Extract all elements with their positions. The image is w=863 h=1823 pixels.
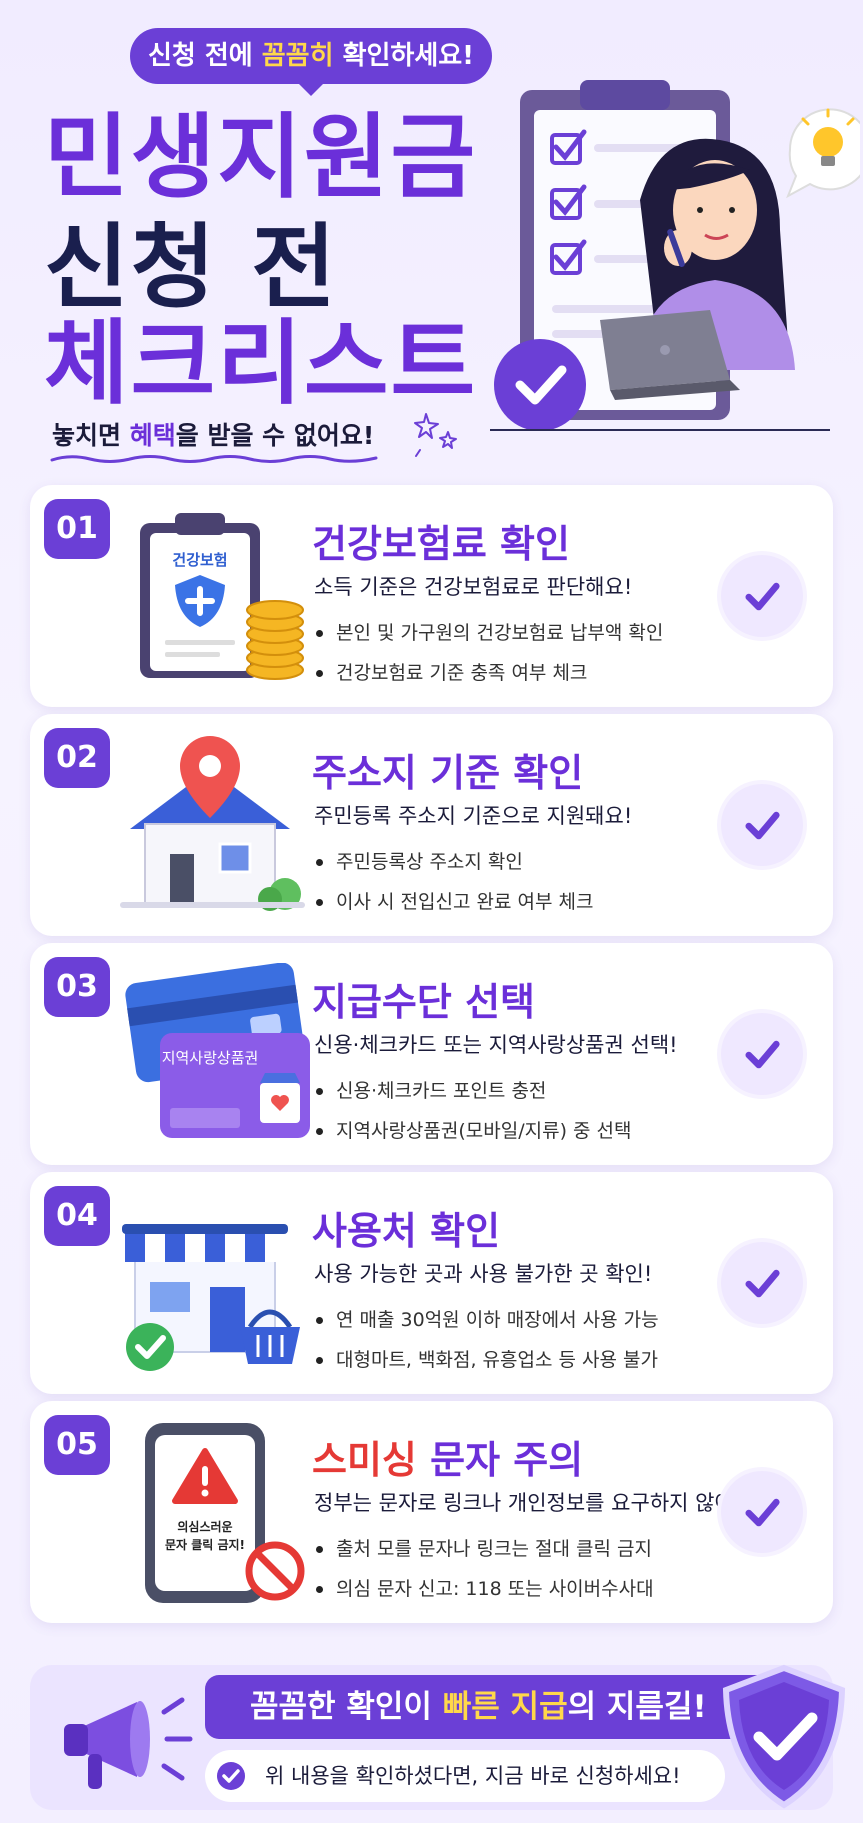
phone-warning-line-2: 문자 클릭 금지! — [165, 1537, 245, 1552]
card-number-badge: 04 — [44, 1186, 110, 1246]
check-icon[interactable] — [721, 784, 803, 866]
checklist-card-5: 05 의심스러운 문자 클릭 금지! 스미싱 문자 주의 정부는 문자로 링크나… — [30, 1401, 833, 1623]
subtitle-highlight: 혜택 — [129, 421, 176, 450]
card-title: 건강보험료 확인 — [312, 522, 570, 566]
checklist-card-4: 04 사용처 확인 사용 가능한 곳과 사용 불가한 곳 확인! 연 매출 30… — [30, 1172, 833, 1394]
card-title: 주소지 기준 확인 — [312, 751, 584, 795]
bullet-item: 본인 및 가구원의 건강보험료 납부액 확인 — [314, 613, 663, 653]
check-icon[interactable] — [721, 555, 803, 637]
card-description: 주민등록 주소지 기준으로 지원돼요! — [314, 804, 633, 828]
subtitle-pre: 놓치면 — [52, 421, 130, 450]
house-icon — [120, 736, 305, 911]
hero-illustration — [490, 80, 860, 431]
footer-banner-pre: 꼼꼼한 확인이 — [250, 1689, 443, 1725]
sparkle-icon — [414, 413, 457, 457]
card-title: 스미싱 문자 주의 — [312, 1429, 583, 1484]
card-description: 신용·체크카드 또는 지역사랑상품권 선택! — [314, 1033, 678, 1057]
card-number-badge: 03 — [44, 957, 110, 1017]
megaphone-icon — [64, 1697, 193, 1789]
insurance-label: 건강보험 — [172, 551, 227, 569]
store-icon — [122, 1224, 300, 1371]
card-description: 소득 기준은 건강보험료로 판단해요! — [314, 575, 633, 599]
title-line-3: 체크리스트 — [44, 310, 478, 417]
bullet-item: 주민등록상 주소지 확인 — [314, 842, 593, 882]
checklist-card-2: 02 주소지 기준 확인 주민등록 주소지 기준으로 지원돼요! 주민등록상 주… — [30, 714, 833, 936]
subtitle-post: 을 받을 수 없어요! — [175, 421, 375, 450]
checklist-card-1: 01 건강보험 건강보험료 확인 소득 기준은 건강보험료로 판단해요! 본인 … — [30, 485, 833, 707]
bullet-item: 대형마트, 백화점, 유흥업소 등 사용 불가 — [314, 1340, 659, 1380]
insurance-clipboard-icon: 건강보험 — [140, 513, 304, 680]
title-line-2: 신청 전 — [44, 214, 338, 321]
card-bullet-list: 연 매출 30억원 이하 매장에서 사용 가능 대형마트, 백화점, 유흥업소 … — [314, 1300, 659, 1380]
squiggle-underline — [50, 455, 378, 463]
card-description: 정부는 문자로 링크나 개인정보를 요구하지 않아요! — [314, 1491, 762, 1515]
card-number-badge: 05 — [44, 1415, 110, 1475]
shield-check-icon — [722, 1664, 846, 1809]
footer-banner-highlight: 빠른 지급 — [442, 1689, 568, 1725]
check-circle-icon — [126, 1323, 174, 1371]
header-pill: 신청 전에 꼼꼼히 확인하세요! — [130, 28, 492, 96]
check-icon[interactable] — [721, 1471, 803, 1553]
pill-text-highlight: 꼼꼼히 — [261, 41, 334, 71]
subtitle: 놓치면 혜택을 받을 수 없어요! — [52, 416, 374, 452]
phone-warning-line-1: 의심스러운 — [177, 1519, 232, 1534]
check-icon[interactable] — [721, 1242, 803, 1324]
payment-methods-illustration: 지역사랑상품권 — [125, 963, 310, 1138]
voucher-label: 지역사랑상품권 — [162, 1049, 259, 1067]
bullet-item: 건강보험료 기준 충족 여부 체크 — [314, 653, 663, 693]
bullet-item: 의심 문자 신고: 118 또는 사이버수사대 — [314, 1569, 654, 1609]
card-bullet-list: 신용·체크카드 포인트 충전 지역사랑상품권(모바일/지류) 중 선택 — [314, 1071, 632, 1151]
smartphone-icon: 의심스러운 문자 클릭 금지! — [145, 1423, 305, 1603]
check-icon[interactable] — [721, 1013, 803, 1095]
coins-icon — [246, 600, 304, 680]
card-title: 지급수단 선택 — [312, 980, 535, 1024]
no-entry-icon — [245, 1541, 305, 1601]
footer-banner-post: 의 지름길! — [567, 1689, 707, 1725]
bullet-item: 출처 모를 문자나 링크는 절대 클릭 금지 — [314, 1529, 654, 1569]
pill-text-pre: 신청 전에 — [147, 41, 262, 71]
title-line-1: 민생지원금 — [44, 104, 478, 211]
card-bullet-list: 본인 및 가구원의 건강보험료 납부액 확인 건강보험료 기준 충족 여부 체크 — [314, 613, 663, 693]
gift-voucher-card-icon: 지역사랑상품권 — [160, 1033, 310, 1138]
footer-note: 위 내용을 확인하셨다면, 지금 바로 신청하세요! — [205, 1750, 725, 1802]
card-number-badge: 02 — [44, 728, 110, 788]
card-title: 사용처 확인 — [312, 1209, 501, 1253]
bullet-item: 연 매출 30억원 이하 매장에서 사용 가능 — [314, 1300, 659, 1340]
bullet-item: 이사 시 전입신고 완료 여부 체크 — [314, 882, 593, 922]
bullet-item: 신용·체크카드 포인트 충전 — [314, 1071, 632, 1111]
card-title-warning: 스미싱 — [312, 1438, 417, 1482]
bullet-item: 지역사랑상품권(모바일/지류) 중 선택 — [314, 1111, 632, 1151]
card-description: 사용 가능한 곳과 사용 불가한 곳 확인! — [314, 1262, 653, 1286]
card-title-rest: 문자 주의 — [416, 1438, 584, 1482]
card-bullet-list: 출처 모를 문자나 링크는 절대 클릭 금지 의심 문자 신고: 118 또는 … — [314, 1529, 654, 1609]
check-circle-icon — [494, 339, 586, 431]
pill-text-post: 확인하세요! — [333, 41, 475, 71]
check-circle-icon — [217, 1762, 245, 1790]
card-bullet-list: 주민등록상 주소지 확인 이사 시 전입신고 완료 여부 체크 — [314, 842, 593, 922]
lightbulb-icon — [786, 108, 860, 199]
card-number-badge: 01 — [44, 499, 110, 559]
checklist-card-3: 03 지역사랑상품권 지급수단 선택 신용·체크카드 또는 지역사랑상품권 선택… — [30, 943, 833, 1165]
